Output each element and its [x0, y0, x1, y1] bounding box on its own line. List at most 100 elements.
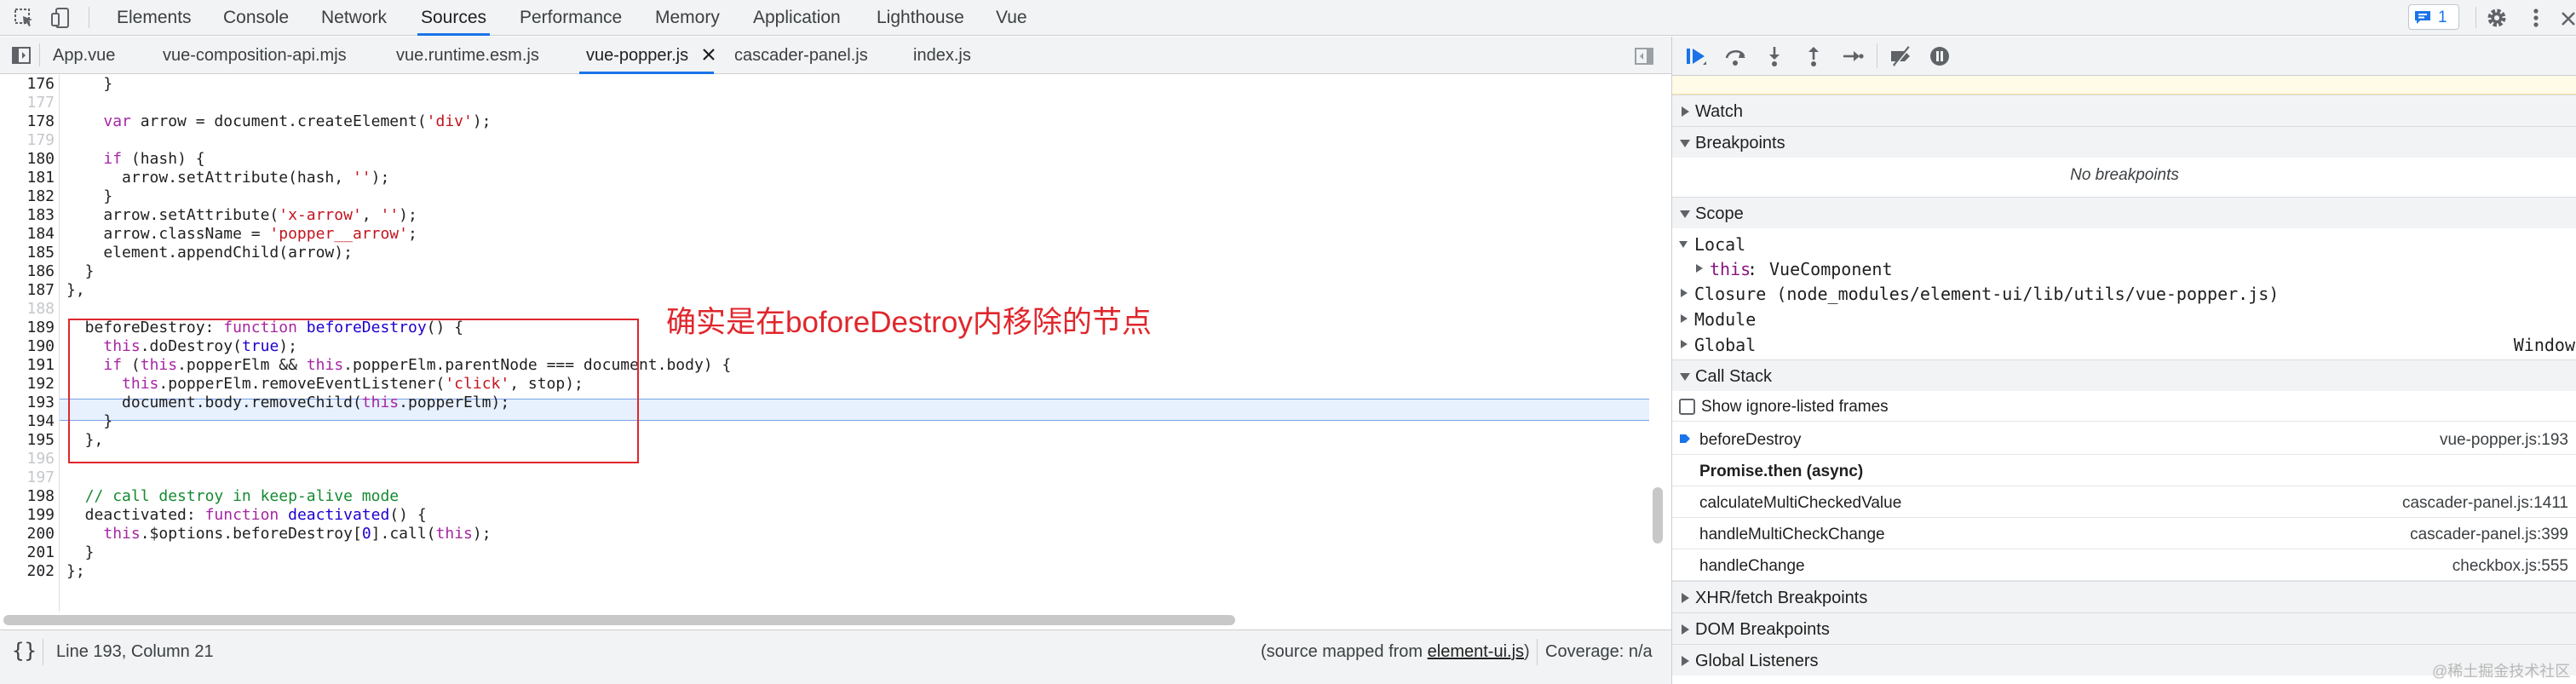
code-line[interactable]: },: [66, 281, 85, 300]
line-number[interactable]: 196: [0, 450, 55, 468]
tab-application[interactable]: Application: [753, 0, 841, 36]
source-map-link[interactable]: element-ui.js: [1428, 642, 1524, 661]
code-line[interactable]: element.appendChild(arrow);: [66, 244, 353, 262]
code-line[interactable]: var arrow = document.createElement('div'…: [66, 112, 491, 131]
file-tab-vue-runtime[interactable]: vue.runtime.esm.js: [396, 37, 539, 74]
device-toolbar-icon[interactable]: [49, 6, 73, 30]
line-number[interactable]: 178: [0, 112, 55, 131]
line-number-gutter[interactable]: 176 177 178 179 180 181 182 183 184 185 …: [0, 75, 60, 612]
step-icon[interactable]: [1841, 44, 1865, 68]
tab-network[interactable]: Network: [321, 0, 387, 36]
pretty-print-icon[interactable]: {}: [12, 639, 37, 663]
code-line[interactable]: }: [66, 187, 112, 206]
line-number[interactable]: 189: [0, 319, 55, 337]
line-number[interactable]: 182: [0, 187, 55, 206]
file-tab-index[interactable]: index.js: [913, 37, 971, 74]
close-devtools-icon[interactable]: [2557, 6, 2576, 30]
line-number[interactable]: 198: [0, 487, 55, 506]
line-number[interactable]: 195: [0, 431, 55, 450]
line-number[interactable]: 200: [0, 525, 55, 543]
more-options-icon[interactable]: [2524, 6, 2548, 30]
line-number[interactable]: 176: [0, 75, 55, 94]
line-number[interactable]: 194: [0, 412, 55, 431]
line-number[interactable]: 179: [0, 131, 55, 150]
line-number[interactable]: 201: [0, 543, 55, 562]
line-number[interactable]: 183: [0, 206, 55, 225]
line-number[interactable]: 192: [0, 375, 55, 394]
file-tab-cascader-panel[interactable]: cascader-panel.js: [734, 37, 868, 74]
call-frame[interactable]: calculateMultiCheckedValue cascader-pane…: [1672, 486, 2576, 518]
tab-elements[interactable]: Elements: [117, 0, 192, 36]
line-number[interactable]: 202: [0, 562, 55, 581]
tab-performance[interactable]: Performance: [520, 0, 622, 36]
code-line[interactable]: if (hash) {: [66, 150, 204, 169]
tab-console[interactable]: Console: [223, 0, 289, 36]
call-frame-location[interactable]: checkbox.js:555: [2452, 557, 2568, 576]
step-into-icon[interactable]: [1762, 44, 1786, 68]
tab-sources[interactable]: Sources: [417, 0, 491, 36]
issues-button[interactable]: 1: [2408, 4, 2459, 30]
file-tab-vue-composition-api[interactable]: vue-composition-api.mjs: [163, 37, 347, 74]
line-number[interactable]: 187: [0, 281, 55, 300]
code-line[interactable]: }: [66, 543, 95, 562]
dom-breakpoints-section-header[interactable]: DOM Breakpoints: [1672, 612, 2576, 644]
call-stack-section-header[interactable]: Call Stack: [1672, 359, 2576, 391]
line-number[interactable]: 190: [0, 337, 55, 356]
collapsed-triangle-icon: [1681, 340, 1688, 348]
line-number[interactable]: 193: [0, 394, 55, 412]
line-number[interactable]: 199: [0, 506, 55, 525]
close-tab-icon[interactable]: [701, 47, 716, 62]
source-mapped-suffix: ): [1524, 642, 1530, 661]
watch-section-header[interactable]: Watch: [1672, 95, 2576, 126]
file-tab-vue-popper[interactable]: vue-popper.js: [578, 37, 715, 74]
call-frame-location[interactable]: cascader-panel.js:399: [2410, 526, 2568, 544]
line-number[interactable]: 197: [0, 468, 55, 487]
tab-vue[interactable]: Vue: [996, 0, 1027, 36]
scope-section-header[interactable]: Scope: [1672, 197, 2576, 228]
code-line[interactable]: // call destroy in keep-alive mode: [66, 487, 399, 506]
current-frame-arrow-icon: [1679, 433, 1691, 445]
toggle-navigator-icon[interactable]: [11, 45, 32, 66]
watch-label: Watch: [1695, 102, 1743, 121]
line-number[interactable]: 180: [0, 150, 55, 169]
call-frame-location[interactable]: cascader-panel.js:1411: [2402, 494, 2568, 513]
deactivate-breakpoints-icon[interactable]: [1889, 44, 1912, 68]
breakpoints-section-header[interactable]: Breakpoints: [1672, 126, 2576, 158]
file-tab-app-vue[interactable]: App.vue: [53, 37, 115, 74]
cursor-position: Line 193, Column 21: [56, 642, 214, 661]
code-line[interactable]: arrow.setAttribute('x-arrow', '');: [66, 206, 417, 225]
line-number[interactable]: 181: [0, 169, 55, 187]
step-over-icon[interactable]: [1723, 44, 1747, 68]
line-number[interactable]: 177: [0, 94, 55, 112]
code-line[interactable]: }: [66, 75, 112, 94]
tab-lighthouse[interactable]: Lighthouse: [877, 0, 964, 36]
scope-closure-label: Closure (node_modules/element-ui/lib/uti…: [1694, 284, 2280, 304]
pause-on-exceptions-icon[interactable]: [1928, 44, 1952, 68]
step-out-icon[interactable]: [1802, 44, 1826, 68]
line-number[interactable]: 185: [0, 244, 55, 262]
tab-memory[interactable]: Memory: [655, 0, 720, 36]
editor-horizontal-scrollbar[interactable]: [3, 615, 1235, 625]
show-ignore-listed-checkbox[interactable]: [1679, 399, 1695, 415]
expanded-triangle-icon: [1680, 210, 1690, 218]
editor-vertical-scrollbar[interactable]: [1653, 487, 1663, 543]
code-line[interactable]: };: [66, 562, 85, 581]
call-frame[interactable]: handleMultiCheckChange cascader-panel.js…: [1672, 518, 2576, 549]
resume-icon[interactable]: [1684, 44, 1708, 68]
code-line[interactable]: arrow.setAttribute(hash, '');: [66, 169, 389, 187]
line-number[interactable]: 184: [0, 225, 55, 244]
code-line[interactable]: arrow.className = 'popper__arrow';: [66, 225, 417, 244]
xhr-breakpoints-section-header[interactable]: XHR/fetch Breakpoints: [1672, 581, 2576, 612]
code-line[interactable]: }: [66, 262, 95, 281]
code-line[interactable]: deactivated: function deactivated() {: [66, 506, 427, 525]
call-frame[interactable]: handleChange checkbox.js:555: [1672, 549, 2576, 581]
settings-gear-icon[interactable]: [2485, 6, 2509, 30]
line-number[interactable]: 191: [0, 356, 55, 375]
line-number[interactable]: 186: [0, 262, 55, 281]
line-number[interactable]: 188: [0, 300, 55, 319]
call-frame-current[interactable]: beforeDestroy vue-popper.js:193: [1672, 423, 2576, 455]
call-frame-location[interactable]: vue-popper.js:193: [2440, 431, 2568, 450]
toggle-debugger-icon[interactable]: [1634, 46, 1654, 66]
code-line[interactable]: this.$options.beforeDestroy[0].call(this…: [66, 525, 491, 543]
inspect-element-icon[interactable]: [12, 6, 36, 30]
